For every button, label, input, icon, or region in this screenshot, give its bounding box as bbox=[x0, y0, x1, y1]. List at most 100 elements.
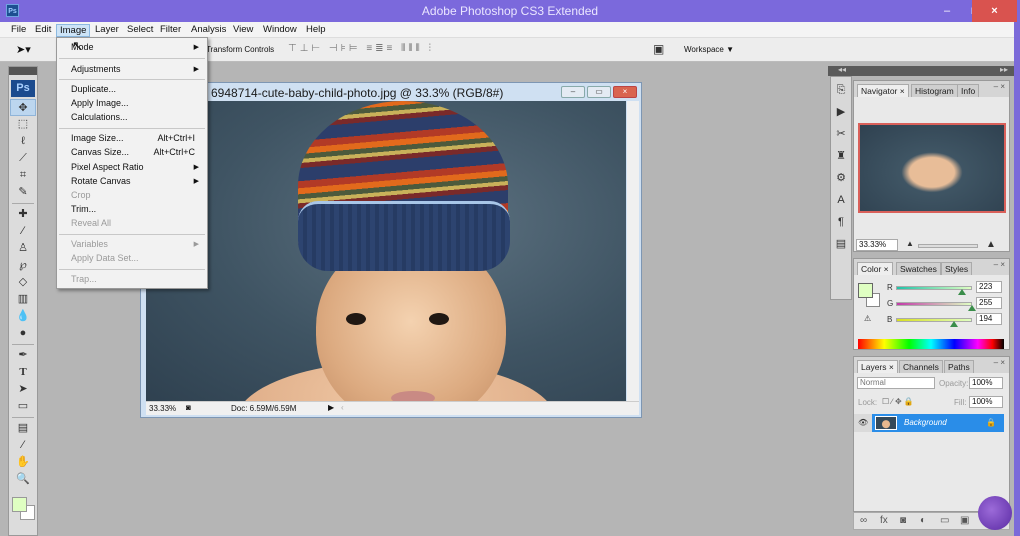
link-layers-icon[interactable]: ∞ bbox=[860, 515, 867, 526]
opacity-field[interactable]: 100% bbox=[969, 377, 1003, 389]
lasso-tool-icon[interactable]: ℓ bbox=[10, 133, 36, 150]
menu-filter[interactable]: Filter bbox=[157, 24, 184, 37]
menu-item-canvas-size[interactable]: Canvas Size... Alt+Ctrl+C bbox=[71, 146, 203, 159]
move-tool-preset-icon[interactable]: ➤▾ bbox=[16, 43, 31, 56]
path-select-tool-icon[interactable]: ➤ bbox=[10, 381, 36, 398]
image-canvas[interactable] bbox=[146, 101, 626, 401]
slider-b-thumb[interactable] bbox=[949, 321, 958, 327]
adjustment-layer-icon[interactable]: ◐ bbox=[920, 515, 926, 526]
character-panel-icon[interactable]: A bbox=[832, 191, 850, 209]
eyedropper-tool-icon[interactable]: ⁄ bbox=[10, 437, 36, 454]
doc-maximize-button[interactable]: ▭ bbox=[587, 86, 611, 98]
dodge-tool-icon[interactable]: ● bbox=[10, 325, 36, 342]
brushes-panel-icon[interactable]: ♜ bbox=[832, 147, 850, 165]
new-group-icon[interactable]: ▭ bbox=[940, 515, 949, 526]
paragraph-panel-icon[interactable]: ¶ bbox=[832, 213, 850, 231]
gradient-tool-icon[interactable]: ▥ bbox=[10, 291, 36, 308]
menu-help[interactable]: Help bbox=[303, 24, 329, 37]
workspace-icon[interactable]: ▣ bbox=[653, 42, 664, 56]
tab-channels[interactable]: Channels bbox=[899, 360, 943, 373]
panel-dock-header[interactable]: ◂◂ ▸▸ bbox=[828, 65, 1014, 76]
blend-mode-select[interactable]: Normal bbox=[857, 377, 935, 389]
panel-menu-icon[interactable]: – × bbox=[994, 260, 1005, 269]
shape-tool-icon[interactable]: ▭ bbox=[10, 398, 36, 415]
pen-tool-icon[interactable]: ✒ bbox=[10, 347, 36, 364]
panel-menu-icon[interactable]: – × bbox=[994, 358, 1005, 367]
marquee-tool-icon[interactable]: ⬚ bbox=[10, 116, 36, 133]
vertical-scrollbar[interactable] bbox=[627, 101, 639, 401]
panel-menu-icon[interactable]: – × bbox=[994, 82, 1005, 91]
slider-g[interactable] bbox=[896, 302, 972, 306]
color-fg-swatch[interactable] bbox=[858, 283, 873, 298]
channel-r-value[interactable]: 223 bbox=[976, 281, 1002, 293]
status-icon[interactable]: ◙ bbox=[186, 403, 191, 412]
menu-item-pixel-aspect-ratio[interactable]: Pixel Aspect Ratio ▶ bbox=[71, 161, 203, 174]
tab-paths[interactable]: Paths bbox=[944, 360, 974, 373]
layer-selected[interactable]: Background 🔒 bbox=[872, 414, 1004, 432]
slider-b[interactable] bbox=[896, 318, 972, 322]
slider-r-thumb[interactable] bbox=[958, 289, 967, 295]
lock-icons[interactable]: ☐ ∕ ✥ 🔒 bbox=[882, 397, 914, 406]
menu-item-rotate-canvas[interactable]: Rotate Canvas ▶ bbox=[71, 175, 203, 188]
fill-field[interactable]: 100% bbox=[969, 396, 1003, 408]
status-menu-arrow-icon[interactable]: ▶ bbox=[328, 403, 334, 412]
stamp-tool-icon[interactable]: ♙ bbox=[10, 240, 36, 257]
minimize-button[interactable]: – bbox=[933, 0, 961, 22]
zoom-level-field[interactable]: 33.33% bbox=[149, 404, 176, 413]
crop-tool-icon[interactable]: ⌗ bbox=[10, 167, 36, 184]
notes-tool-icon[interactable]: ▤ bbox=[10, 420, 36, 437]
move-tool-icon[interactable]: ✥ bbox=[10, 99, 36, 116]
tab-swatches[interactable]: Swatches bbox=[896, 262, 941, 275]
eraser-tool-icon[interactable]: ◇ bbox=[10, 274, 36, 291]
menu-select[interactable]: Select bbox=[124, 24, 156, 37]
menu-edit[interactable]: Edit bbox=[32, 24, 54, 37]
tab-color[interactable]: Color × bbox=[857, 262, 893, 275]
horizontal-scrollbar[interactable]: ‹ bbox=[341, 403, 344, 412]
menu-item-trim[interactable]: Trim... bbox=[71, 203, 203, 216]
color-spectrum-bar[interactable] bbox=[858, 339, 1004, 349]
workspace-button[interactable]: Workspace ▼ bbox=[684, 45, 734, 54]
layer-comps-icon[interactable]: ▤ bbox=[832, 235, 850, 253]
menu-file[interactable]: File bbox=[8, 24, 29, 37]
transform-controls-label[interactable]: Transform Controls bbox=[206, 45, 274, 54]
blur-tool-icon[interactable]: 💧 bbox=[10, 308, 36, 325]
zoom-tool-icon[interactable]: 🔍 bbox=[10, 471, 36, 488]
menu-item-adjustments[interactable]: Adjustments ▶ bbox=[71, 63, 203, 76]
doc-close-button[interactable]: × bbox=[613, 86, 637, 98]
type-tool-icon[interactable]: T bbox=[10, 364, 36, 381]
tab-layers[interactable]: Layers × bbox=[857, 360, 898, 373]
brush-tool-icon[interactable]: ∕ bbox=[10, 223, 36, 240]
gamut-warning-icon[interactable]: ⚠ bbox=[864, 314, 871, 323]
hand-tool-icon[interactable]: ✋ bbox=[10, 454, 36, 471]
menu-item-image-size[interactable]: Image Size... Alt+Ctrl+I bbox=[71, 132, 203, 145]
close-button[interactable]: × bbox=[972, 0, 1017, 22]
history-panel-icon[interactable]: ⎘ bbox=[832, 81, 850, 99]
new-layer-icon[interactable]: ▣ bbox=[960, 515, 969, 526]
navigator-thumbnail[interactable] bbox=[858, 123, 1006, 213]
tab-histogram[interactable]: Histogram bbox=[911, 84, 958, 97]
tool-presets-icon[interactable]: ✂ bbox=[832, 125, 850, 143]
toolbox-header[interactable] bbox=[9, 67, 37, 75]
menu-item-mode[interactable]: Mode ▶ bbox=[71, 41, 203, 54]
menu-layer[interactable]: Layer bbox=[92, 24, 122, 37]
tab-styles[interactable]: Styles bbox=[941, 262, 973, 275]
navigator-zoom-slider[interactable] bbox=[918, 244, 978, 248]
slider-g-thumb[interactable] bbox=[968, 305, 976, 311]
expand-dock-icon[interactable]: ▸▸ bbox=[1000, 65, 1008, 74]
doc-minimize-button[interactable]: – bbox=[561, 86, 585, 98]
menu-item-apply-image[interactable]: Apply Image... bbox=[71, 97, 203, 110]
align-icons[interactable]: ⊤⊥⊢ ⊣⊧⊨ ≡≣≡ ⫴⫴⫴ ⫶ bbox=[288, 43, 434, 54]
layer-mask-icon[interactable]: ◙ bbox=[900, 515, 906, 526]
zoom-in-icon[interactable]: ▲ bbox=[986, 239, 996, 250]
menu-item-calculations[interactable]: Calculations... bbox=[71, 111, 203, 124]
tab-navigator[interactable]: Navigator × bbox=[857, 84, 909, 97]
menu-window[interactable]: Window bbox=[260, 24, 300, 37]
actions-panel-icon[interactable]: ▶ bbox=[832, 103, 850, 121]
clone-source-icon[interactable]: ⚙ bbox=[832, 169, 850, 187]
history-brush-tool-icon[interactable]: ℘ bbox=[10, 257, 36, 274]
menu-view[interactable]: View bbox=[230, 24, 256, 37]
collapse-dock-icon[interactable]: ◂◂ bbox=[838, 65, 846, 74]
navigator-zoom-field[interactable]: 33.33% bbox=[856, 239, 898, 251]
foreground-color-swatch[interactable] bbox=[12, 497, 27, 512]
tab-info[interactable]: Info bbox=[957, 84, 980, 97]
